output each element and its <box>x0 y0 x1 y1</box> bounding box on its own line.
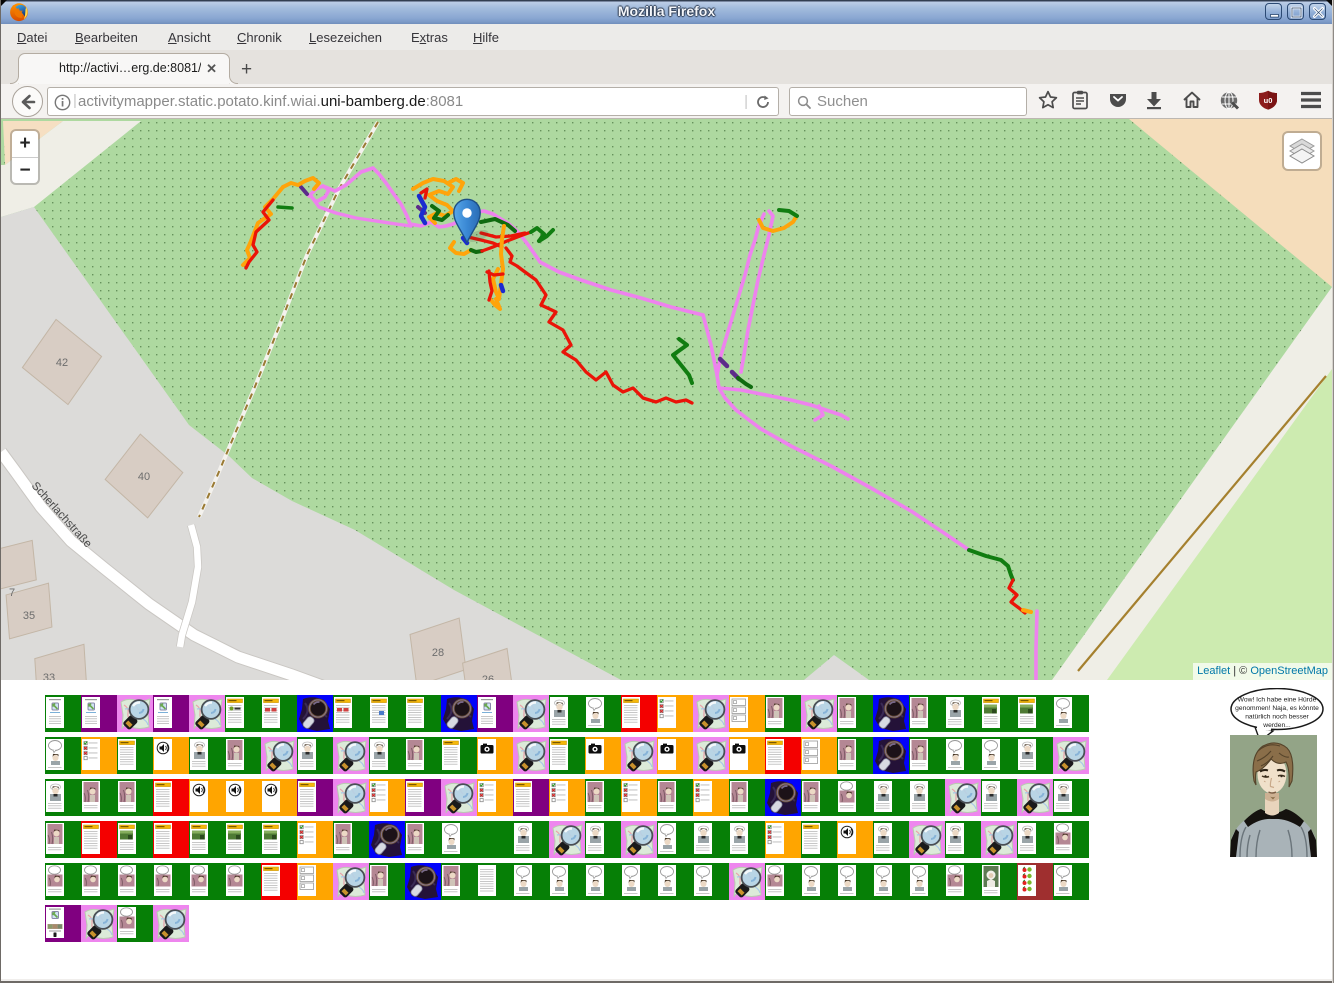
svg-text:33: 33 <box>43 672 55 680</box>
svg-text:werden...: werden... <box>1262 722 1291 729</box>
svg-text:35: 35 <box>23 610 35 622</box>
svg-text:40: 40 <box>138 471 150 483</box>
svg-text:28: 28 <box>432 647 444 659</box>
svg-text:7: 7 <box>9 587 15 599</box>
svg-text:genommen! Naja, es könnte: genommen! Naja, es könnte <box>1235 705 1319 712</box>
svg-text:Wow! Ich habe eine Hürde: Wow! Ich habe eine Hürde <box>1238 697 1317 704</box>
svg-text:u0: u0 <box>1264 96 1273 105</box>
svg-text:natürlich noch besser: natürlich noch besser <box>1245 714 1309 721</box>
svg-text:42: 42 <box>56 357 68 369</box>
